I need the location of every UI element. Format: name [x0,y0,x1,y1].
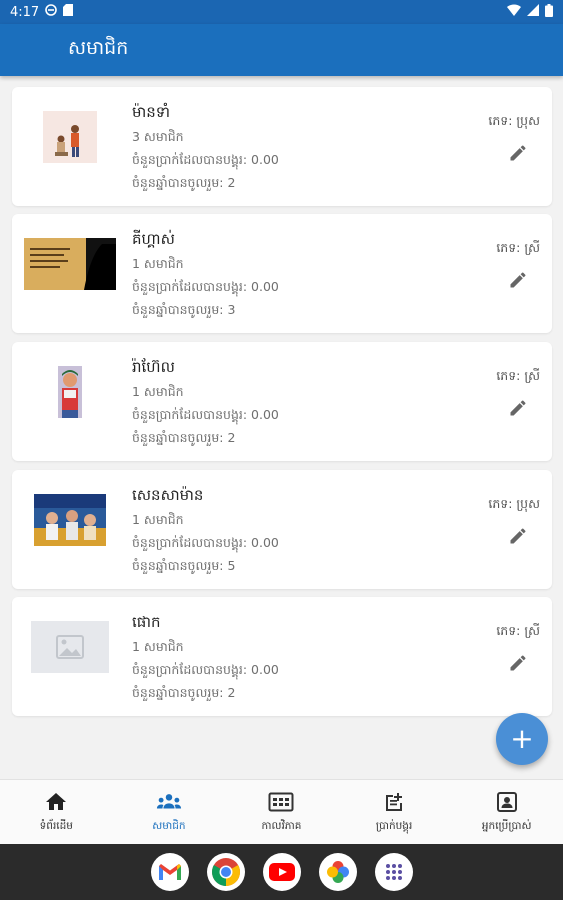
add-member-button[interactable]: + [496,713,548,765]
member-gender: ភេទ: ប្រុស [488,113,540,128]
member-gender: ភេទ: ប្រុស [488,496,540,511]
member-tenure: ចំនួនឆ្នាំបានចូលរួម: 2 [132,685,236,700]
cellular-signal-icon [527,4,539,20]
member-count: 1 សមាជិក [132,384,184,399]
nav-item-members[interactable]: សមាជិក [113,780,226,844]
nav-item-contribution[interactable]: ប្រាក់បង្គុរ [338,780,451,844]
account-icon [494,790,520,814]
people-icon [156,790,182,814]
nav-item-schedule[interactable]: កាលវិភាគ [225,780,338,844]
edit-button[interactable] [506,524,530,548]
member-photo [24,360,116,424]
plus-icon: + [510,722,534,755]
member-gender: ភេទ: ស្រី [496,623,540,638]
member-money: ចំនួនប្រាក់ដែលបានបង្គុរ: 0.00 [132,407,279,422]
photos-icon[interactable] [318,853,357,891]
member-card[interactable]: រ៉ាហ៊ែល 1 សមាជិក ចំនួនប្រាក់ដែលបានបង្គុរ… [12,342,552,461]
member-name: ផោក [132,613,161,631]
member-money: ចំនួនប្រាក់ដែលបានបង្គុរ: 0.00 [132,662,279,677]
schedule-icon [268,790,294,814]
battery-icon [545,3,553,21]
member-card[interactable]: ផោក 1 សមាជិក ចំនួនប្រាក់ដែលបានបង្គុរ: 0.… [12,597,552,716]
nav-label: សមាជិក [152,819,186,832]
app-drawer-icon[interactable] [374,853,413,891]
pencil-icon [510,400,526,416]
bottom-navigation: ទំព័រដើម សមាជិក កាលវិភាគ ប្រាក់បង្គុរ អ្… [0,779,563,844]
member-name: សេនសាម៉ាន [132,486,204,504]
nav-label: ទំព័រដើម [39,819,73,832]
member-name: ម៉ានទាំ [132,103,171,121]
member-card[interactable]: សេនសាម៉ាន 1 សមាជិក ចំនួនប្រាក់ដែលបានបង្គ… [12,470,552,589]
pencil-icon [510,528,526,544]
member-count: 3 សមាជិក [132,129,184,144]
member-tenure: ចំនួនឆ្នាំបានចូលរួម: 2 [132,175,236,190]
edit-button[interactable] [506,268,530,292]
member-name: រ៉ាហ៊ែល [132,358,175,376]
status-bar: 4:17 [0,0,563,24]
member-photo [24,232,116,296]
pencil-icon [510,655,526,671]
edit-button[interactable] [506,396,530,420]
status-time: 4:17 [10,4,40,20]
member-photo-placeholder [24,615,116,679]
edit-button[interactable] [506,141,530,165]
home-icon [43,790,69,814]
nav-item-home[interactable]: ទំព័រដើម [0,780,113,844]
member-count: 1 សមាជិក [132,256,184,271]
chrome-icon[interactable] [206,853,245,891]
member-card[interactable]: ម៉ានទាំ 3 សមាជិក ចំនួនប្រាក់ដែលបានបង្គុរ… [12,87,552,206]
nav-item-account[interactable]: អ្នកប្រើប្រាស់ [450,780,563,844]
gmail-icon[interactable] [150,853,189,891]
member-money: ចំនួនប្រាក់ដែលបានបង្គុរ: 0.00 [132,152,279,167]
member-name: គីហ្គាស់ [132,230,175,248]
member-count: 1 សមាជិក [132,639,184,654]
member-card[interactable]: គីហ្គាស់ 1 សមាជិក ចំនួនប្រាក់ដែលបានបង្គុ… [12,214,552,333]
member-gender: ភេទ: ស្រី [496,240,540,255]
member-tenure: ចំនួនឆ្នាំបានចូលរួម: 2 [132,430,236,445]
member-count: 1 សមាជិក [132,512,184,527]
member-tenure: ចំនួនឆ្នាំបានចូលរួម: 5 [132,558,236,573]
nav-label: ប្រាក់បង្គុរ [375,819,413,832]
member-gender: ភេទ: ស្រី [496,368,540,383]
app-bar: សមាជិក [0,24,563,76]
data-saver-icon [45,4,58,20]
pencil-icon [510,272,526,288]
edit-button[interactable] [506,651,530,675]
pencil-icon [510,145,526,161]
nav-label: អ្នកប្រើប្រាស់ [481,819,532,832]
nav-label: កាលវិភាគ [261,819,302,832]
page-title: សមាជិក [68,37,129,59]
member-photo [24,105,116,169]
contribution-icon [381,790,407,814]
system-dock [0,844,563,900]
wifi-icon [507,4,521,20]
sd-card-icon [63,4,74,20]
member-photo [24,488,116,552]
member-money: ចំនួនប្រាក់ដែលបានបង្គុរ: 0.00 [132,279,279,294]
member-money: ចំនួនប្រាក់ដែលបានបង្គុរ: 0.00 [132,535,279,550]
member-tenure: ចំនួនឆ្នាំបានចូលរួម: 3 [132,302,236,317]
youtube-icon[interactable] [262,853,301,891]
